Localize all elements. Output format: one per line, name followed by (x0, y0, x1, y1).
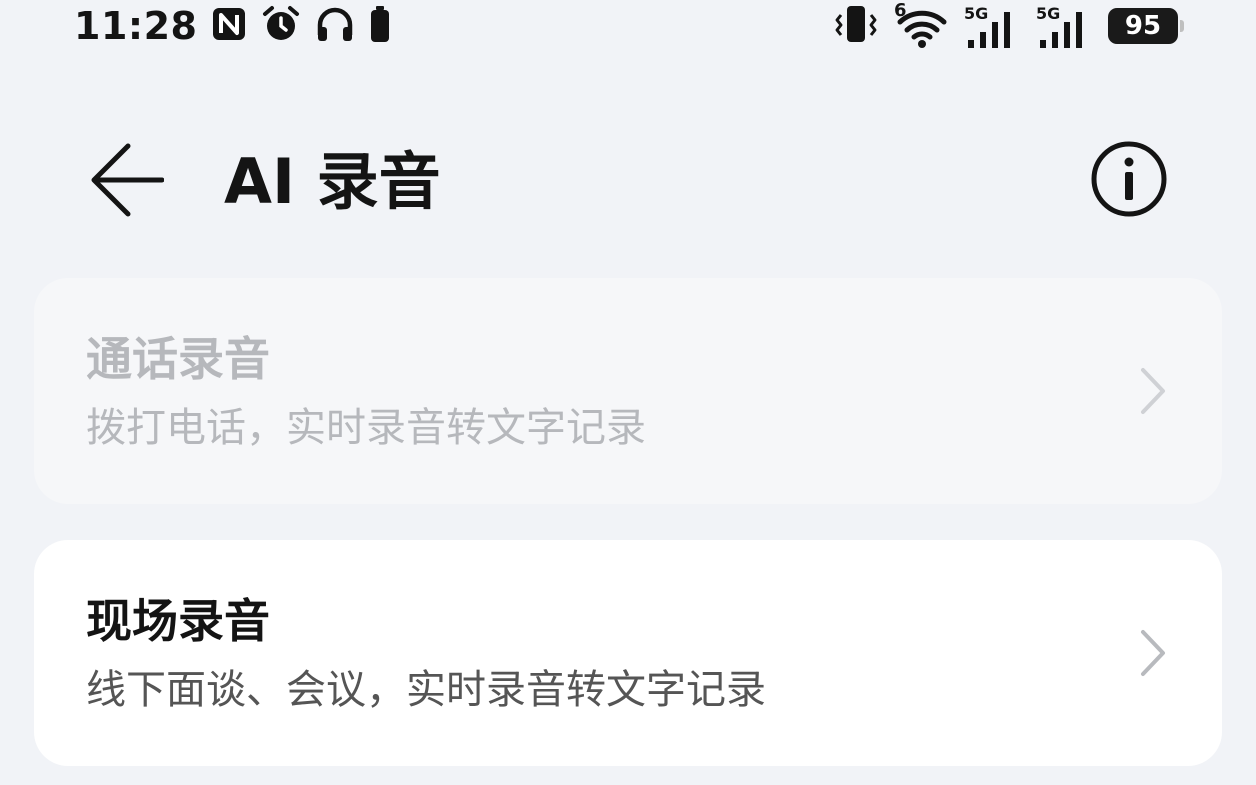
option-subtitle: 拨打电话，实时录音转文字记录 (86, 405, 646, 451)
option-title: 现场录音 (86, 594, 270, 648)
small-battery-icon (369, 4, 391, 48)
sim1-signal: 5G (964, 6, 1022, 48)
status-right: 6 5G 5G 95 (832, 0, 1184, 52)
alarm-icon (261, 5, 301, 47)
sim2-signal: 5G (1036, 6, 1094, 48)
option-call-recording[interactable]: 通话录音 拨打电话，实时录音转文字记录 (34, 278, 1222, 504)
info-button[interactable] (1088, 140, 1170, 222)
option-title: 通话录音 (86, 332, 270, 386)
clock: 11:28 (74, 4, 198, 48)
battery-level: 95 (1108, 8, 1178, 44)
info-circle-icon (1089, 139, 1169, 223)
chevron-right-icon (1138, 628, 1168, 678)
vibrate-icon (832, 4, 880, 48)
wifi-icon: 6 (894, 2, 950, 48)
status-bar: 11:28 6 5G 5G 95 (0, 0, 1256, 56)
page-title: AI 录音 (224, 145, 441, 218)
back-button[interactable] (84, 142, 168, 222)
battery-tip (1180, 20, 1184, 32)
status-left: 11:28 (74, 0, 391, 52)
option-subtitle: 线下面谈、会议，实时录音转文字记录 (86, 667, 766, 713)
nfc-icon (211, 6, 247, 46)
option-onsite-recording[interactable]: 现场录音 线下面谈、会议，实时录音转文字记录 (34, 540, 1222, 766)
arrow-left-icon (88, 142, 165, 222)
app-header: AI 录音 (0, 120, 1256, 240)
headphones-icon (315, 5, 355, 47)
chevron-right-icon (1138, 366, 1168, 416)
battery-indicator: 95 (1108, 8, 1184, 44)
